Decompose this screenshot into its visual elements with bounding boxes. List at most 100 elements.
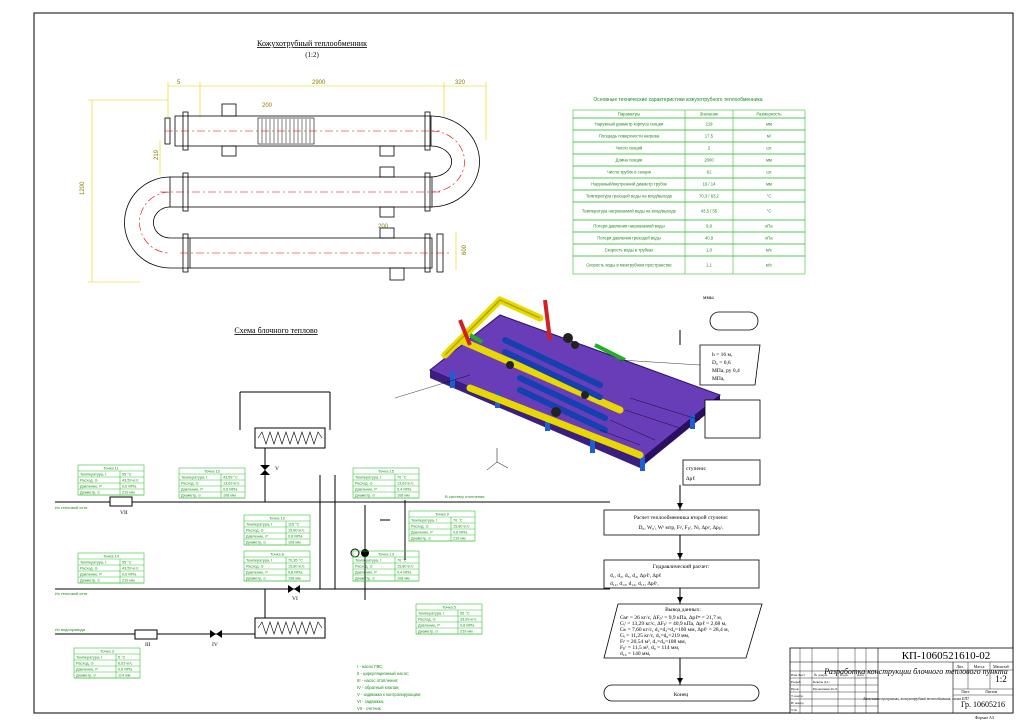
svg-text:Температура, t: Температура, t <box>246 523 273 527</box>
svg-text:Диаметр, d: Диаметр, d <box>80 491 99 495</box>
heat-exchanger-drawing: Кожухотрубный теплообменник (1:2) 5 2900… <box>80 39 487 283</box>
svg-text:Расход, G: Расход, G <box>80 479 98 483</box>
svg-text:0,8 МПа: 0,8 МПа <box>453 531 468 535</box>
svg-text:V: V <box>275 466 279 472</box>
heat-exchanger-title: Кожухотрубный теплообменник <box>257 39 367 48</box>
spec-cell: шт <box>766 170 771 175</box>
svg-text:Диаметр, d: Диаметр, d <box>246 541 265 545</box>
svg-text:70 °С: 70 °С <box>397 476 407 480</box>
svg-text:Температура, t: Температура, t <box>411 519 438 523</box>
svg-text:Давление, P: Давление, P <box>355 571 377 575</box>
scheme-title: Схема блочного теплово <box>234 326 317 335</box>
svg-text:108 мм: 108 мм <box>223 494 236 498</box>
spec-cell: 1,1 <box>706 263 712 268</box>
scheme-point-table: Точка 9 Температура, t 70 °С Расход, G 15,80… <box>408 510 476 542</box>
spec-cell: мм <box>766 182 772 187</box>
svg-text:Давление, P: Давление, P <box>246 571 268 575</box>
svg-text:Давление, P: Давление, P <box>80 573 102 577</box>
svg-text:1200: 1200 <box>80 181 86 195</box>
svg-text:70 °С: 70 °С <box>397 559 407 563</box>
svg-text:Расход, G: Расход, G <box>355 565 373 569</box>
scheme-point-table: Точка 14 Температура, t 55 °С Расход, G 43,5… <box>77 552 145 584</box>
svg-text:Расход, G: Расход, G <box>411 525 429 529</box>
svg-text:55 °С: 55 °С <box>122 473 132 477</box>
svg-text:Расход, G: Расход, G <box>181 482 199 486</box>
spec-cell: Температура нагреваемой воды на вход/вых… <box>582 209 677 214</box>
svg-text:Лист: Лист <box>961 689 970 694</box>
svg-text:Температура, t: Температура, t <box>76 656 103 660</box>
svg-text:108 мм: 108 мм <box>397 494 410 498</box>
scheme-point-table: Точка 15 Температура, t 70 °С Расход, G 13,6… <box>352 467 420 499</box>
heat-exchanger-scale: (1:2) <box>305 51 319 59</box>
spec-cell: 1,0 <box>706 248 712 253</box>
scheme-legend: I - насос ГВС; II - циркуляционный насос;… <box>357 664 421 711</box>
svg-text:Температура, t: Температура, t <box>181 476 208 480</box>
svg-text:0,6 МПа: 0,6 МПа <box>223 488 238 492</box>
spec-cell: 17,5 <box>705 134 714 139</box>
svg-text:d₁, d₂, d₃, d₄, Δpℓᵗ,: d₁, d₂, d₃, d₄, Δpℓᵗ, Δpℓ <box>610 573 662 579</box>
svg-text:5: 5 <box>177 80 181 86</box>
spec-cell: Скорость воды в трубках <box>605 248 655 253</box>
svg-text:Точка 13: Точка 13 <box>378 552 395 557</box>
svg-text:d₁₂, d₁₃, d₁₄, d₁₅, Δp: d₁₂, d₁₃, d₁₄, d₁₅, Δpℓᵗ, <box>610 581 659 587</box>
svg-text:6,63 кг/с: 6,63 кг/с <box>118 662 133 666</box>
svg-text:Из водопровода: Из водопровода <box>55 627 86 632</box>
svg-text:Температура, t: Температура, t <box>80 473 107 477</box>
legend-item: IV - обратный клапан; <box>357 685 399 690</box>
spec-header-cell: Параметры <box>618 112 640 117</box>
svg-text:Формат А3: Формат А3 <box>975 715 994 720</box>
svg-text:43,59 кг/с: 43,59 кг/с <box>122 567 139 571</box>
spec-cell: Наружный/внутренний диаметр трубок <box>591 182 667 187</box>
scheme-point-table: Точка 5 Температура, t 55 °С Расход, G 33,99… <box>415 603 483 635</box>
svg-text:Масштаб: Масштаб <box>993 664 1009 669</box>
spec-cell: мм <box>766 158 772 163</box>
spec-cell: Число секций <box>616 146 643 151</box>
svg-text:№ докум.: № докум. <box>814 673 828 677</box>
svg-text:Точка 11: Точка 11 <box>103 466 119 471</box>
legend-item: VI - задвижка; <box>357 699 384 704</box>
svg-text:Диаметр, d: Диаметр, d <box>411 537 430 541</box>
svg-text:Диаметр, d: Диаметр, d <box>355 577 374 581</box>
svg-text:70,35 °С: 70,35 °С <box>288 559 303 563</box>
scheme-point-table: Точка 3 Температура, t 5 °С Расход, G 6,63 к… <box>73 647 141 679</box>
svg-text:Δpℓ: Δpℓ <box>686 476 695 482</box>
title-block: КП-1060521610-02 Разработка конструкции … <box>789 647 1014 720</box>
result-line: d₁₀ = 140 мм, <box>620 651 651 657</box>
svg-text:МПа, pу 0,4: МПа, pу 0,4 <box>712 368 740 374</box>
svg-text:Температура, t: Температура, t <box>355 559 382 563</box>
svg-text:Давление, P: Давление, P <box>246 535 268 539</box>
svg-text:Точка 12: Точка 12 <box>204 469 221 474</box>
svg-text:Диаметр, d: Диаметр, d <box>80 579 99 583</box>
svg-text:2900: 2900 <box>312 80 326 86</box>
spec-cell: 43,5 / 55 <box>701 209 718 214</box>
svg-text:Коваль Д.С.: Коваль Д.С. <box>813 680 830 684</box>
svg-text:43,59 °С: 43,59 °С <box>223 476 238 480</box>
svg-text:219: 219 <box>154 149 160 160</box>
svg-text:Давление, P: Давление, P <box>76 668 98 672</box>
scheme-point-table: Точка 11 Температура, t 55 °С Расход, G 43,5… <box>77 464 145 496</box>
svg-text:Диаметр, d: Диаметр, d <box>418 630 437 634</box>
spec-cell: 9,9 <box>706 224 712 229</box>
legend-item: I - насос ГВС; <box>357 664 383 669</box>
spec-cell: 2 <box>708 146 711 151</box>
spec-cell: °С <box>767 194 772 199</box>
spec-cell: Температура греющей воды на вход/выходе <box>586 194 673 199</box>
svg-text:0,6 МПа: 0,6 МПа <box>118 668 133 672</box>
svg-text:Расчет теплообменника второй с: Расчет теплообменника второй ступени: <box>634 514 729 521</box>
legend-item: III - насос отопления; <box>357 678 398 683</box>
legend-item: VII - счетчик. <box>357 706 382 711</box>
spec-cell: °С <box>767 209 772 214</box>
spec-cell: шт <box>766 146 771 151</box>
spec-cell: м/с <box>766 248 772 253</box>
scale-value: 1:2 <box>995 674 1007 684</box>
svg-text:108 мм: 108 мм <box>288 541 301 545</box>
svg-text:Давление, P: Давление, P <box>411 531 433 535</box>
spec-cell: Скорость воды в межтрубном пространстве <box>586 263 672 268</box>
spec-table-caption: Основные технические характеристики кожу… <box>593 97 762 103</box>
spec-cell: мм <box>766 122 772 127</box>
svg-text:0,8 МПа: 0,8 МПа <box>288 571 303 575</box>
svg-text:Прокопенко И.Л.: Прокопенко И.Л. <box>813 687 838 691</box>
svg-text:55 °С: 55 °С <box>460 612 470 616</box>
svg-text:Давление, P: Давление, P <box>80 485 102 489</box>
svg-text:200: 200 <box>262 103 273 109</box>
